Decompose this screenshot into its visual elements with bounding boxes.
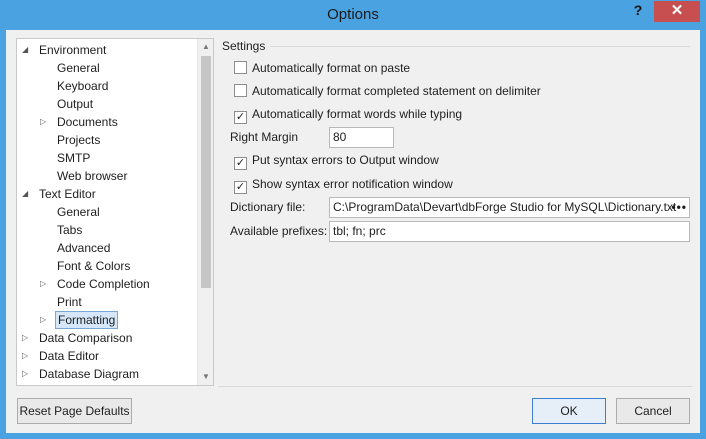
checkbox-label: Automatically format words while typing — [252, 107, 463, 121]
scroll-down-arrow-icon[interactable]: ▼ — [198, 369, 213, 385]
collapse-arrow-icon[interactable]: ◢ — [22, 185, 32, 203]
available-prefixes-input[interactable]: tbl; fn; prc — [329, 221, 690, 242]
expand-arrow-icon[interactable]: ▷ — [40, 275, 50, 293]
tree-item-label: Web browser — [57, 169, 128, 183]
tree-item[interactable]: Tabs — [55, 221, 84, 239]
footer-divider — [218, 386, 692, 387]
checkbox-box[interactable] — [234, 84, 247, 97]
tree-item-label: Formatting — [55, 311, 119, 329]
tree-item[interactable]: Keyboard — [55, 77, 110, 95]
checkbox-box[interactable]: ✓ — [234, 111, 247, 124]
format-while-typing-checkbox[interactable]: ✓ Automatically format words while typing — [234, 106, 463, 124]
tree-item-label: Font & Colors — [57, 259, 131, 273]
settings-group-title: Settings — [222, 39, 266, 53]
scroll-thumb[interactable] — [201, 56, 211, 288]
expand-arrow-icon[interactable]: ▷ — [40, 311, 50, 329]
collapse-arrow-icon[interactable]: ◢ — [22, 41, 32, 59]
tree-item-label: Projects — [57, 133, 101, 147]
tree-item[interactable]: ◢ Text Editor — [22, 185, 98, 203]
tree-item[interactable]: Advanced — [55, 239, 112, 257]
checkbox-box[interactable]: ✓ — [234, 181, 247, 194]
tree-item-label: SMTP — [57, 151, 91, 165]
tree-item[interactable]: SMTP — [55, 149, 92, 167]
tree-item-label: Print — [57, 295, 82, 309]
dictionary-file-input[interactable]: C:\ProgramData\Devart\dbForge Studio for… — [329, 197, 690, 218]
syntax-errors-output-checkbox[interactable]: ✓ Put syntax errors to Output window — [234, 152, 439, 170]
checkbox-label: Automatically format completed statement… — [252, 84, 541, 98]
help-button[interactable]: ? — [626, 2, 650, 22]
checkbox-label: Put syntax errors to Output window — [252, 153, 439, 167]
expand-arrow-icon[interactable]: ▷ — [22, 365, 32, 383]
format-on-delimiter-checkbox[interactable]: Automatically format completed statement… — [234, 83, 541, 99]
tree-scrollbar[interactable]: ▲ ▼ — [197, 39, 213, 385]
tree-item[interactable]: ▷ Code Completion — [40, 275, 152, 293]
title-bar: Options ? ✕ — [0, 0, 706, 30]
tree-item-label: General — [57, 61, 100, 75]
checkbox-box[interactable]: ✓ — [234, 157, 247, 170]
tree-item[interactable]: ▷ Data Editor — [22, 347, 101, 365]
tree-item[interactable]: Print — [55, 293, 84, 311]
expand-arrow-icon[interactable]: ▷ — [22, 329, 32, 347]
checkbox-label: Show syntax error notification window — [252, 177, 453, 191]
tree-item-label: Text Editor — [39, 187, 96, 201]
tree-item[interactable]: ▷ Data Comparison — [22, 329, 134, 347]
reset-page-defaults-button[interactable]: Reset Page Defaults — [17, 398, 132, 424]
options-tree[interactable]: ▷ Database Diagram ▷ Data Editor ▷ Data Compa… — [16, 38, 214, 386]
right-margin-label: Right Margin — [230, 130, 299, 144]
tree-item[interactable]: Web browser — [55, 167, 129, 185]
options-dialog: Options ? ✕ ▷ Database Diagram ▷ Data Edito… — [0, 0, 706, 439]
checkbox-label: Automatically format on paste — [252, 61, 411, 75]
tree-item-label: Keyboard — [57, 79, 109, 93]
tree-item-label: Documents — [57, 115, 118, 129]
tree-item[interactable]: General — [55, 203, 102, 221]
tree-item[interactable]: ▷ Formatting — [40, 311, 119, 329]
group-divider — [270, 46, 690, 47]
tree-item[interactable]: ▷ Documents — [40, 113, 120, 131]
tree-item[interactable]: ▷ Database Diagram — [22, 365, 141, 383]
tree-item-label: Environment — [39, 43, 107, 57]
tree-item-label: Advanced — [57, 241, 111, 255]
tree-item[interactable]: ◢ Environment — [22, 41, 108, 59]
tree-item[interactable]: Projects — [55, 131, 102, 149]
right-margin-input[interactable]: 80 — [329, 127, 394, 148]
dictionary-file-value: C:\ProgramData\Devart\dbForge Studio for… — [333, 200, 677, 214]
checkbox-box[interactable] — [234, 61, 247, 74]
tree-item-label: Database Diagram — [39, 367, 140, 381]
close-button[interactable]: ✕ — [654, 1, 700, 22]
tree-item-label: Output — [57, 97, 94, 111]
tree-item-label: Code Completion — [57, 277, 150, 291]
tree-item[interactable]: Output — [55, 95, 95, 113]
expand-arrow-icon[interactable]: ▷ — [22, 347, 32, 365]
tree-item-label: Data Editor — [39, 349, 100, 363]
dictionary-file-label: Dictionary file: — [230, 200, 306, 214]
syntax-error-notification-checkbox[interactable]: ✓ Show syntax error notification window — [234, 176, 453, 194]
format-on-paste-checkbox[interactable]: Automatically format on paste — [234, 60, 410, 76]
expand-arrow-icon[interactable]: ▷ — [40, 113, 50, 131]
available-prefixes-label: Available prefixes: — [230, 224, 328, 238]
tree-item-label: Tabs — [57, 223, 83, 237]
ok-button[interactable]: OK — [532, 398, 606, 424]
tree-item-label: Data Comparison — [39, 331, 133, 345]
tree-item[interactable]: General — [55, 59, 102, 77]
tree-item-label: General — [57, 205, 100, 219]
dialog-client: ▷ Database Diagram ▷ Data Editor ▷ Data Compa… — [6, 30, 700, 433]
window-title: Options — [327, 6, 379, 23]
scroll-up-arrow-icon[interactable]: ▲ — [198, 39, 213, 55]
browse-ellipsis-icon[interactable]: ••• — [671, 198, 687, 217]
cancel-button[interactable]: Cancel — [616, 398, 690, 424]
tree-item[interactable]: Font & Colors — [55, 257, 132, 275]
